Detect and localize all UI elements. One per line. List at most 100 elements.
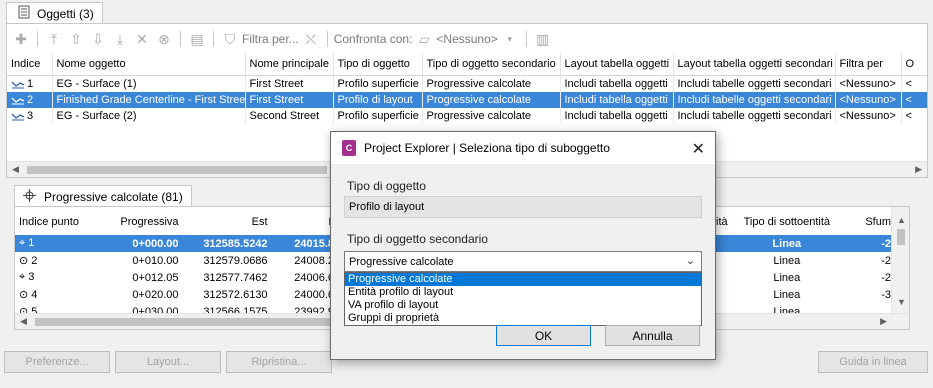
cell-name: EG - Surface (2) (52, 108, 246, 124)
cell-filter[interactable]: <Nessuno> (835, 75, 902, 92)
cell-subtype[interactable]: Progressive calcolate (422, 75, 561, 92)
cell-subentity-type: Linea (731, 235, 842, 252)
table-row[interactable]: 1 EG - Surface (1) First Street Profilo … (7, 75, 927, 92)
station-point-icon: ⌖ (19, 237, 26, 249)
scroll-down-icon[interactable]: ▼ (897, 297, 906, 307)
cell-parent: First Street (245, 75, 334, 92)
tab-stations-label: Progressive calcolate (81) (44, 189, 183, 204)
preferences-button[interactable]: Preferenze... (4, 351, 110, 373)
column-header[interactable]: Tipo di sottoentità (732, 209, 842, 235)
filter-icon[interactable]: ⛉ (220, 29, 240, 49)
station-point-icon: ⊙ (19, 255, 29, 267)
table-icon[interactable]: ▤ (187, 29, 207, 49)
column-header[interactable]: Nome oggetto (52, 53, 246, 76)
dialog-title: Project Explorer | Seleziona tipo di sub… (364, 141, 610, 155)
object-type-label: Tipo di oggetto (347, 179, 426, 193)
move-bottom-icon[interactable]: ⤓ (110, 29, 130, 49)
column-header[interactable]: Sfum (842, 209, 895, 235)
vertical-scrollbar[interactable]: ▲ ▼ (891, 207, 909, 313)
add-icon[interactable]: ✚ (11, 29, 31, 49)
cell-subtype[interactable]: Progressive calcolate (422, 108, 561, 124)
table-row[interactable]: 3 EG - Surface (2) Second Street Profilo… (7, 108, 927, 124)
tab-objects[interactable]: Oggetti (3) (6, 2, 103, 24)
cancel-button[interactable]: Annulla (605, 325, 700, 346)
cell-sfum: -2 (841, 235, 895, 252)
dropdown-option[interactable]: Progressive calcolate (345, 273, 701, 286)
cell-layout[interactable]: Includi tabella oggetti (560, 75, 674, 92)
cell-subtype[interactable]: Progressive calcolate (422, 92, 561, 108)
help-button[interactable]: Guida in linea (818, 351, 928, 373)
cell-type: Profilo superficie (333, 108, 423, 124)
scroll-left-icon[interactable]: ◀ (20, 316, 27, 327)
cell-sfum: -3 (881, 288, 891, 301)
restore-button[interactable]: Ripristina... (226, 351, 332, 373)
toolbar-separator (213, 31, 214, 47)
cell-sublayout[interactable]: Includi tabelle oggetti secondari (673, 92, 836, 108)
scroll-left-icon[interactable]: ◀ (12, 164, 19, 175)
scrollbar-thumb[interactable] (897, 229, 905, 245)
cell-east: 312585.5242 (182, 235, 272, 252)
ok-button[interactable]: OK (496, 325, 591, 346)
chevron-down-icon[interactable]: ▾ (500, 29, 520, 49)
columns-icon[interactable]: ▥ (533, 29, 553, 49)
move-down-icon[interactable]: ⇩ (88, 29, 108, 49)
move-top-icon[interactable]: ⤒ (44, 29, 64, 49)
clear-icon[interactable]: ⊗ (154, 29, 174, 49)
toolbar: ✚ ⤒ ⇧ ⇩ ⤓ ✕ ⊗ ▤ ⛉ Filtra per... ⛌ Confro… (7, 28, 927, 50)
cell-sublayout[interactable]: Includi tabelle oggetti secondari (673, 108, 836, 124)
scroll-right-icon[interactable]: ▶ (880, 316, 887, 327)
scroll-up-icon[interactable]: ▲ (897, 215, 906, 225)
document-icon (17, 5, 31, 22)
tab-stations[interactable]: Progressive calcolate (81) (14, 185, 192, 207)
dropdown-option[interactable]: VA profilo di layout (345, 299, 701, 312)
table-row[interactable]: 2 Finished Grade Centerline - First Stre… (7, 92, 927, 108)
scrollbar-thumb[interactable] (27, 166, 327, 174)
point-index: 4 (31, 289, 38, 301)
cell-layout[interactable]: Includi tabella oggetti (560, 92, 674, 108)
profile-icon (11, 79, 25, 89)
toolbar-separator (525, 31, 527, 47)
compare-object-icon: ▱ (419, 30, 430, 47)
secondary-type-value: Progressive calcolate (349, 255, 454, 268)
scroll-right-icon[interactable]: ▶ (915, 164, 922, 175)
cell-filter[interactable]: <Nessuno> (835, 108, 902, 124)
scrollbar-thumb[interactable] (35, 318, 335, 326)
move-up-icon[interactable]: ⇧ (66, 29, 86, 49)
cell-sublayout[interactable]: Includi tabelle oggetti secondari (673, 75, 836, 92)
cell-sfum: -2 (881, 271, 891, 284)
column-header[interactable]: Indice punto (15, 209, 98, 235)
dialog-title-bar: C Project Explorer | Seleziona tipo di s… (331, 132, 715, 164)
layout-button[interactable]: Layout... (115, 351, 221, 373)
cell-east: 312572.6130 (203, 288, 268, 301)
column-header[interactable]: Nome principale (245, 53, 334, 76)
row-index: 3 (27, 110, 34, 122)
close-icon[interactable]: ✕ (692, 139, 705, 159)
column-header[interactable]: Tipo di oggetto (333, 53, 423, 76)
column-header[interactable]: Tipo di oggetto secondario (422, 53, 561, 76)
column-header[interactable]: Indice (7, 53, 53, 76)
cell-subentity-type: Linea (773, 288, 801, 301)
tab-objects-label: Oggetti (3) (37, 6, 94, 21)
dropdown-option[interactable]: Entità profilo di layout (345, 286, 701, 299)
chevron-down-icon[interactable]: ⌄ (686, 254, 695, 267)
compare-dropdown[interactable]: <Nessuno> (436, 32, 497, 46)
cell-station: 0+012.05 (132, 271, 179, 284)
cell-station: 0+010.00 (132, 254, 179, 267)
app-icon: C (342, 140, 356, 156)
column-header[interactable]: O (901, 53, 927, 76)
dropdown-option[interactable]: Gruppi di proprietà (345, 312, 701, 325)
delete-icon[interactable]: ✕ (132, 29, 152, 49)
cell-layout[interactable]: Includi tabella oggetti (560, 108, 674, 124)
crosshair-icon (23, 188, 36, 205)
column-header[interactable]: Layout tabella oggetti (560, 53, 674, 76)
column-header[interactable]: Filtra per (835, 53, 902, 76)
cell-parent: Second Street (245, 108, 334, 124)
column-header[interactable]: Progressiva (98, 209, 183, 235)
filter-button-label[interactable]: Filtra per... (242, 32, 299, 46)
clear-filter-icon[interactable]: ⛌ (301, 29, 321, 49)
column-header[interactable]: Est (183, 209, 272, 235)
station-point-icon: ⌖ (19, 271, 26, 283)
cell-filter[interactable]: <Nessuno> (835, 92, 902, 108)
secondary-type-select[interactable]: Progressive calcolate ⌄ (344, 251, 702, 272)
column-header[interactable]: Layout tabella oggetti secondari (673, 53, 836, 76)
